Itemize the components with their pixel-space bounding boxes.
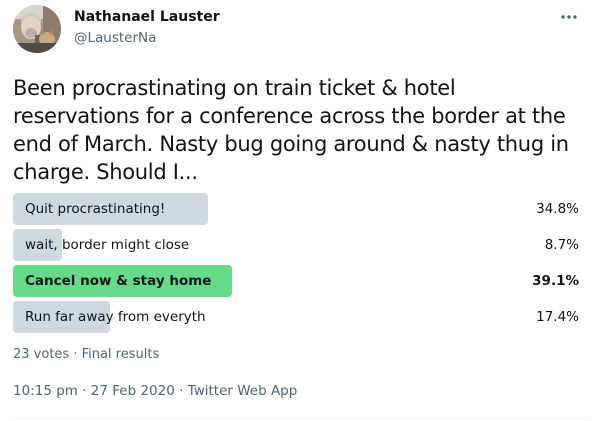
author-name[interactable]: Nathanael Lauster bbox=[74, 9, 220, 25]
poll: Quit procrastinating! 34.8% wait, border… bbox=[13, 193, 583, 337]
avatar-photo bbox=[13, 5, 61, 53]
poll-option-1: Quit procrastinating! 34.8% bbox=[13, 193, 583, 225]
poll-results-summary: 23 votes · Final results bbox=[13, 347, 160, 362]
author-handle[interactable]: @LausterNa bbox=[74, 30, 156, 46]
poll-option-2: wait, border might close 8.7% bbox=[13, 229, 583, 261]
poll-option-percent: 39.1% bbox=[532, 273, 579, 289]
divider bbox=[13, 418, 588, 419]
poll-option-label: wait, border might close bbox=[25, 237, 190, 253]
poll-option-label: Cancel now & stay home bbox=[25, 273, 212, 289]
poll-option-3: Cancel now & stay home 39.1% bbox=[13, 265, 583, 297]
tweet-timestamp[interactable]: 10:15 pm · 27 Feb 2020 · Twitter Web App bbox=[13, 383, 297, 399]
poll-option-percent: 8.7% bbox=[544, 237, 579, 253]
avatar[interactable] bbox=[13, 5, 61, 53]
poll-option-label: Run far away from everyth bbox=[25, 309, 206, 325]
tweet-text: Been procrastinating on train ticket & h… bbox=[13, 76, 569, 184]
poll-option-4: Run far away from everyth 17.4% bbox=[13, 301, 583, 333]
more-horizontal-icon bbox=[561, 15, 577, 19]
poll-option-percent: 34.8% bbox=[536, 201, 579, 217]
poll-option-label: Quit procrastinating! bbox=[25, 201, 166, 217]
more-options-icon[interactable] bbox=[559, 8, 579, 26]
tweet: Nathanael Lauster @LausterNa Been procra… bbox=[0, 0, 599, 421]
poll-option-percent: 17.4% bbox=[536, 309, 579, 325]
